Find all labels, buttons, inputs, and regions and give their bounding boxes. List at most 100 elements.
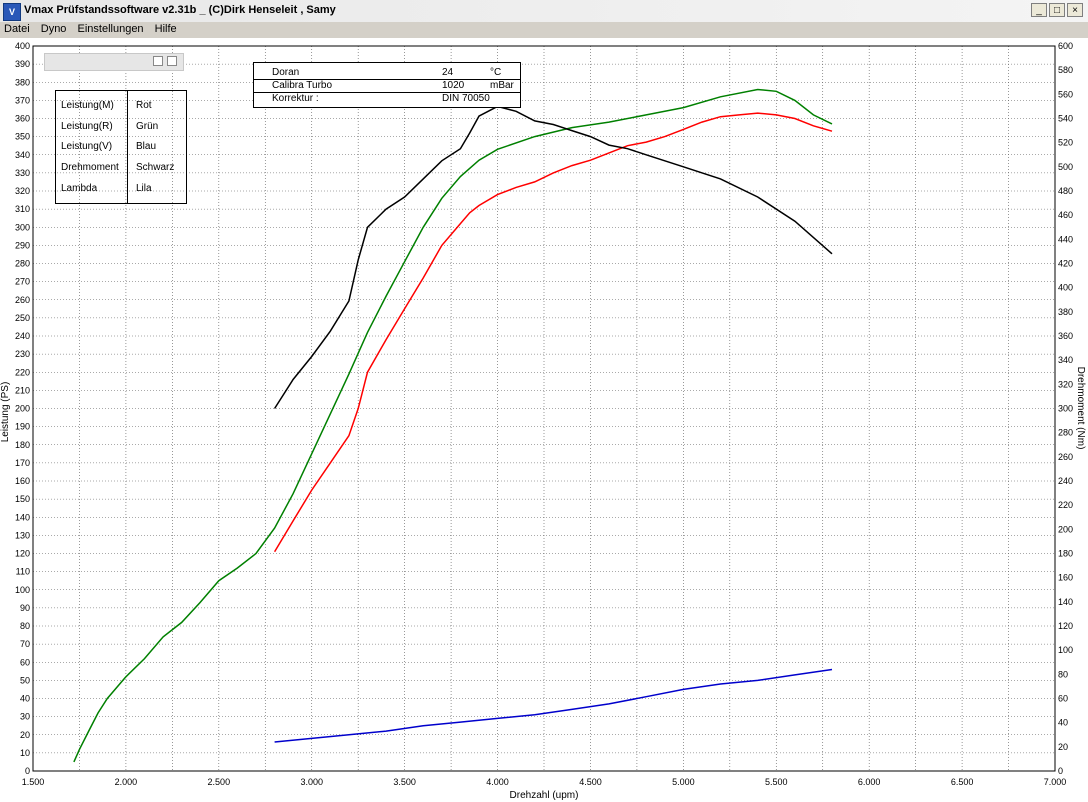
- y-tick-label: 390: [15, 59, 30, 69]
- x-tick-label: 2.500: [208, 777, 231, 787]
- y2-tick-label: 360: [1058, 331, 1073, 341]
- y2-tick-label: 600: [1058, 41, 1073, 51]
- y-tick-label: 240: [15, 331, 30, 341]
- x-tick-label: 3.500: [393, 777, 416, 787]
- y2-tick-label: 480: [1058, 186, 1073, 196]
- legend-box: Leistung(M) Rot Leistung(R) Grün Leistung(…: [55, 90, 187, 204]
- x-axis-label: Drehzahl (upm): [510, 790, 579, 801]
- legend-item: Leistung(R) Grün: [61, 121, 158, 132]
- legend-name: Lambda: [61, 183, 98, 194]
- y-tick-label: 180: [15, 440, 30, 450]
- y-tick-label: 0: [25, 766, 30, 776]
- legend-color: Lila: [136, 183, 152, 194]
- y2-tick-label: 220: [1058, 500, 1073, 510]
- chart-series: [73, 88, 833, 763]
- info-box: Doran 24 °C Calibra Turbo 1020 mBar Korr…: [253, 62, 521, 108]
- y2-axis-label: Drehmoment (Nm): [1075, 367, 1086, 450]
- y-tick-label: 250: [15, 313, 30, 323]
- x-tick-label: 1.500: [22, 777, 45, 787]
- legend-color: Rot: [136, 100, 152, 111]
- info-label: Calibra Turbo: [272, 80, 333, 91]
- info-value: 1020: [442, 80, 465, 91]
- y2-tick-label: 380: [1058, 307, 1073, 317]
- y2-tick-label: 160: [1058, 573, 1073, 583]
- y2-tick-label: 100: [1058, 645, 1073, 655]
- y2-tick-label: 180: [1058, 549, 1073, 559]
- chart-tool-panel: [44, 53, 184, 71]
- y-tick-label: 70: [20, 639, 30, 649]
- y-tick-label: 120: [15, 549, 30, 559]
- y-tick-label: 350: [15, 132, 30, 142]
- y2-tick-label: 460: [1058, 210, 1073, 220]
- y-tick-label: 280: [15, 259, 30, 269]
- y-tick-label: 80: [20, 621, 30, 631]
- y-tick-label: 130: [15, 530, 30, 540]
- y2-tick-label: 60: [1058, 694, 1068, 704]
- series-line-leistung-r-: [73, 88, 833, 763]
- y2-tick-label: 240: [1058, 476, 1073, 486]
- y2-tick-label: 320: [1058, 379, 1073, 389]
- y-tick-label: 230: [15, 349, 30, 359]
- y2-tick-label: 140: [1058, 597, 1073, 607]
- y-tick-label: 90: [20, 603, 30, 613]
- y2-tick-label: 260: [1058, 452, 1073, 462]
- y-tick-label: 160: [15, 476, 30, 486]
- y-tick-label: 110: [16, 567, 30, 577]
- y-tick-label: 370: [15, 95, 30, 105]
- y2-tick-label: 340: [1058, 355, 1073, 365]
- y-tick-label: 360: [15, 114, 30, 124]
- toggle-checkbox-1[interactable]: [153, 56, 163, 66]
- y-tick-label: 340: [15, 150, 30, 160]
- legend-color: Blau: [136, 141, 157, 152]
- x-tick-label: 4.500: [579, 777, 602, 787]
- y2-tick-label: 120: [1058, 621, 1073, 631]
- y-tick-label: 20: [20, 730, 30, 740]
- legend-color: Grün: [136, 121, 159, 132]
- y2-tick-label: 540: [1058, 114, 1073, 124]
- y-tick-label: 380: [15, 77, 30, 87]
- y-tick-label: 300: [15, 222, 30, 232]
- y-tick-label: 220: [15, 367, 30, 377]
- y-tick-label: 10: [20, 748, 30, 758]
- info-unit: mBar: [490, 80, 514, 91]
- y2-tick-label: 440: [1058, 234, 1073, 244]
- legend-color: Schwarz: [136, 162, 175, 173]
- y2-tick-label: 40: [1058, 718, 1068, 728]
- y2-tick-label: 400: [1058, 283, 1073, 293]
- y2-tick-label: 20: [1058, 742, 1068, 752]
- info-label: Doran: [272, 67, 300, 78]
- y2-tick-label: 500: [1058, 162, 1073, 172]
- y-tick-label: 320: [15, 186, 30, 196]
- y2-tick-label: 0: [1058, 766, 1063, 776]
- y2-tick-label: 280: [1058, 428, 1073, 438]
- x-tick-label: 6.500: [951, 777, 974, 787]
- legend-item: Drehmoment Schwarz: [61, 162, 174, 173]
- y-tick-label: 170: [15, 458, 30, 468]
- legend-item: Leistung(V) Blau: [61, 141, 156, 152]
- legend-name: Leistung(V): [61, 141, 113, 152]
- info-unit: °C: [490, 67, 502, 78]
- x-tick-label: 4.000: [486, 777, 509, 787]
- info-row-correction: Korrektur : DIN 70050: [272, 93, 512, 106]
- x-tick-label: 7.000: [1044, 777, 1067, 787]
- y2-tick-label: 300: [1058, 404, 1073, 414]
- legend-item: Lambda Lila: [61, 183, 152, 194]
- y-tick-label: 30: [20, 712, 30, 722]
- x-tick-label: 6.000: [858, 777, 881, 787]
- x-tick-label: 5.500: [765, 777, 788, 787]
- y2-tick-label: 580: [1058, 65, 1073, 75]
- legend-item: Leistung(M) Rot: [61, 100, 152, 111]
- y-tick-label: 150: [15, 494, 30, 504]
- y-tick-label: 60: [20, 657, 30, 667]
- y-tick-label: 400: [15, 41, 30, 51]
- y2-tick-label: 420: [1058, 259, 1073, 269]
- toggle-checkbox-2[interactable]: [167, 56, 177, 66]
- y-tick-label: 260: [15, 295, 30, 305]
- y2-tick-label: 200: [1058, 524, 1073, 534]
- info-value: DIN 70050: [442, 93, 490, 104]
- y-tick-label: 50: [20, 675, 30, 685]
- x-tick-label: 2.000: [115, 777, 138, 787]
- y-axis-label: Leistung (PS): [0, 382, 11, 443]
- y-tick-label: 270: [15, 277, 30, 287]
- legend-name: Leistung(R): [61, 121, 113, 132]
